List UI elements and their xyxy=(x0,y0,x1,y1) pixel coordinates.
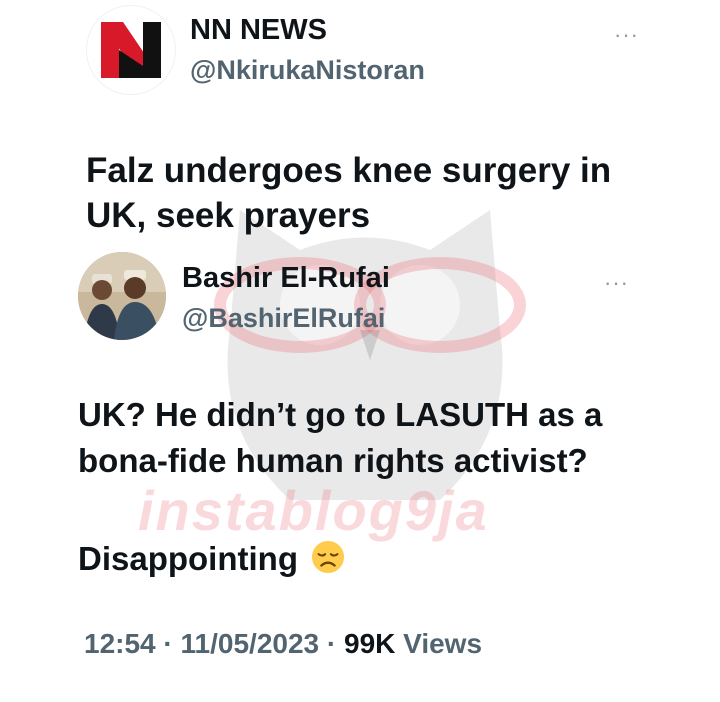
views-count[interactable]: 99K xyxy=(344,628,395,659)
tweet-text-line-2: bona-fide human rights activist? xyxy=(78,442,588,479)
more-options-button[interactable]: ··· xyxy=(604,272,629,294)
tweet-text: UK? He didn’t go to LASUTH as a bona-fid… xyxy=(78,392,698,484)
quoted-more-options-button[interactable]: ··· xyxy=(614,24,639,46)
disappointed-face-icon xyxy=(312,540,345,574)
handle[interactable]: @BashirElRufai xyxy=(182,303,385,334)
meta-separator: · xyxy=(319,628,344,659)
tweet-text-line-1: UK? He didn’t go to LASUTH as a xyxy=(78,396,603,433)
nn-news-avatar[interactable] xyxy=(86,5,176,95)
quoted-handle[interactable]: @NkirukaNistoran xyxy=(190,55,425,86)
meta-separator: · xyxy=(155,628,181,659)
bashir-avatar[interactable] xyxy=(78,252,166,340)
avatar-photo-icon xyxy=(78,252,166,340)
tweet-date[interactable]: 11/05/2023 xyxy=(181,628,320,659)
quoted-text-line-1: Falz undergoes knee surgery in xyxy=(86,151,612,190)
watermark-text: instablog9ja xyxy=(138,479,489,542)
quoted-display-name[interactable]: NN NEWS xyxy=(190,14,327,47)
nn-news-logo-icon xyxy=(87,6,175,94)
tweet-text-line-3-wrapper: Disappointing xyxy=(78,536,698,582)
quoted-tweet-text: Falz undergoes knee surgery in UK, seek … xyxy=(86,148,686,238)
display-name[interactable]: Bashir El-Rufai xyxy=(182,262,390,295)
tweet-meta: 12:54 · 11/05/2023 · 99K Views xyxy=(84,628,482,660)
tweet-time[interactable]: 12:54 xyxy=(84,628,156,659)
views-label: Views xyxy=(395,628,483,659)
quoted-text-line-2: UK, seek prayers xyxy=(86,196,371,235)
watermark-owl xyxy=(214,210,526,500)
tweet-text-line-3: Disappointing xyxy=(78,540,298,577)
